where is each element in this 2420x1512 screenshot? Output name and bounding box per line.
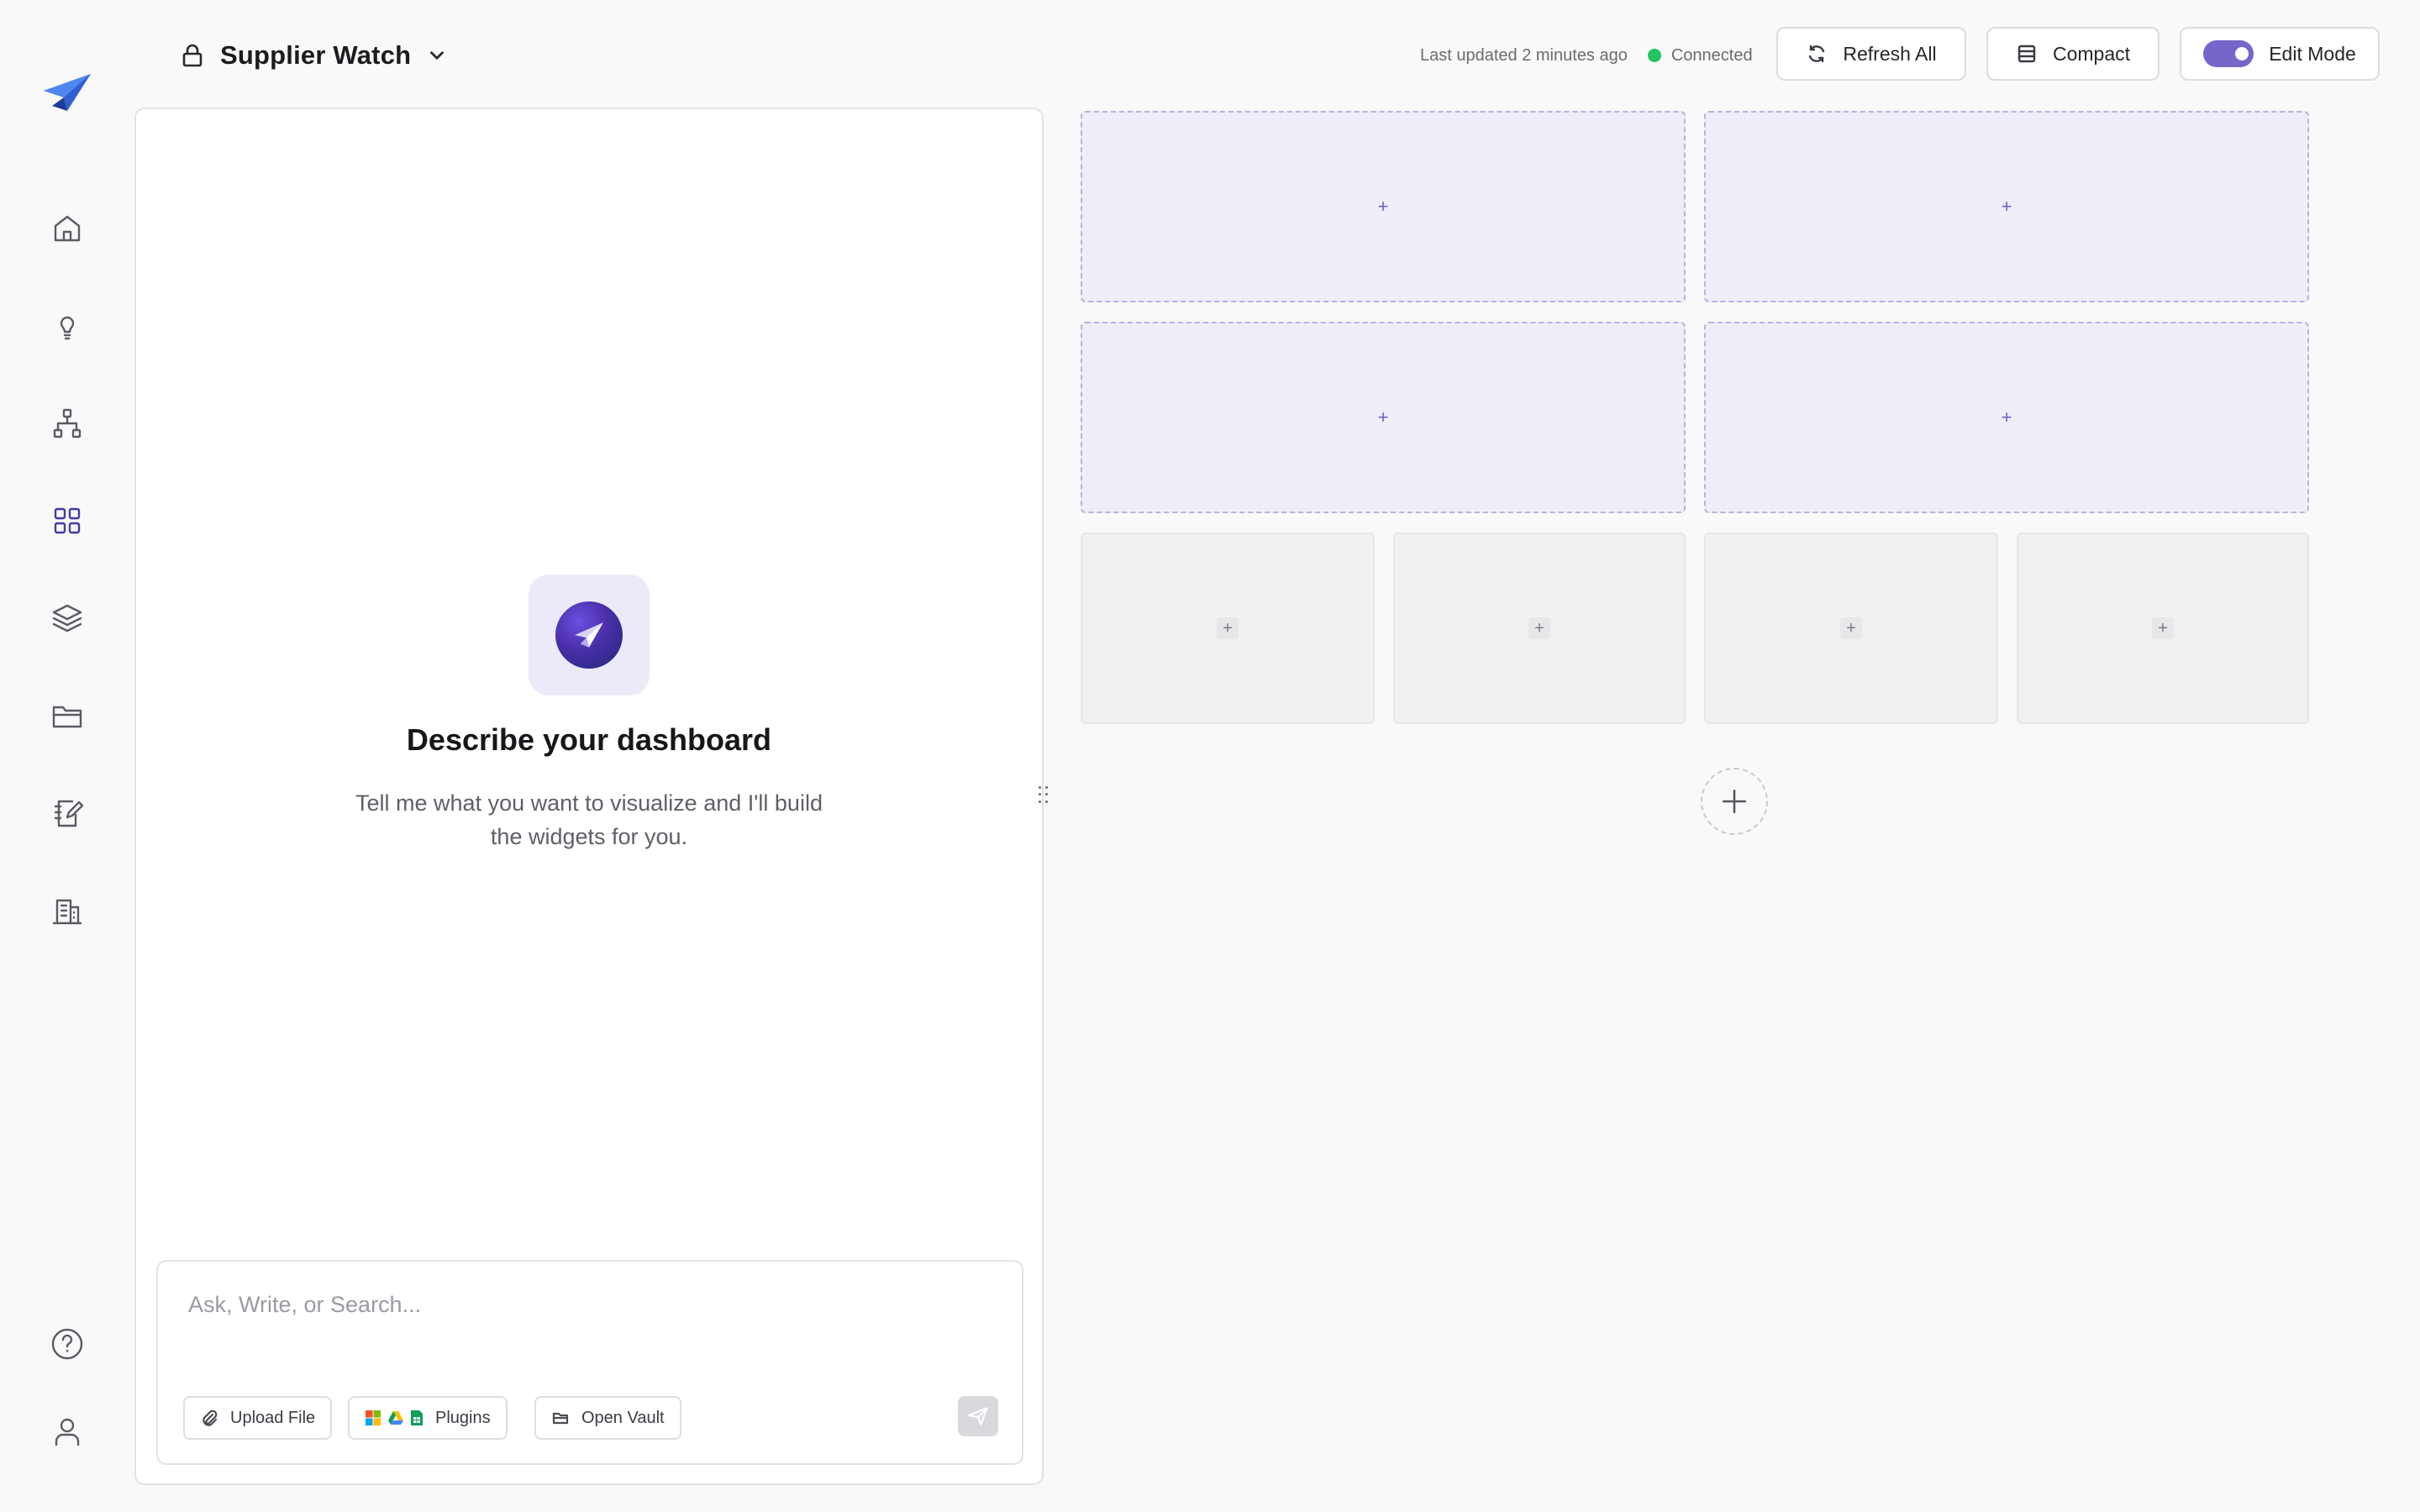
add-row-button[interactable] bbox=[1701, 768, 1768, 835]
plugins-button[interactable]: Plugins bbox=[348, 1396, 508, 1440]
sidebar-nav bbox=[0, 0, 134, 1512]
plus-icon bbox=[1722, 789, 1747, 814]
nav-notes[interactable] bbox=[42, 788, 92, 838]
nav-insights[interactable] bbox=[42, 301, 92, 351]
compact-label: Compact bbox=[2052, 42, 2131, 65]
widget-slot-large[interactable]: + bbox=[1704, 322, 2309, 513]
nav-layers[interactable] bbox=[42, 593, 92, 643]
connection-status-dot bbox=[1647, 49, 1661, 62]
assistant-logo-icon bbox=[555, 601, 623, 669]
open-vault-label: Open Vault bbox=[581, 1408, 665, 1427]
compact-button[interactable]: Compact bbox=[1986, 27, 2160, 81]
prompt-input[interactable] bbox=[188, 1292, 944, 1318]
add-widget-icon: + bbox=[2001, 407, 2012, 428]
user-icon bbox=[55, 1418, 80, 1446]
compact-layout-icon bbox=[2018, 45, 2036, 63]
edit-mode-toggle[interactable]: Edit Mode bbox=[2180, 27, 2380, 81]
hierarchy-icon bbox=[53, 408, 82, 438]
add-widget-icon: + bbox=[1840, 617, 1862, 639]
home-icon bbox=[54, 215, 81, 242]
chat-panel: Describe your dashboard Tell me what you… bbox=[134, 108, 1044, 1485]
folder-icon bbox=[52, 706, 82, 728]
google-drive-icon bbox=[388, 1411, 403, 1425]
widget-slot-small[interactable]: + bbox=[1081, 533, 1375, 724]
add-widget-icon: + bbox=[2001, 196, 2012, 217]
widget-slot-small[interactable]: + bbox=[1393, 533, 1686, 724]
refresh-icon bbox=[1809, 45, 1825, 63]
google-sheets-icon bbox=[411, 1410, 423, 1425]
add-widget-icon: + bbox=[2152, 617, 2174, 639]
send-icon bbox=[968, 1407, 988, 1425]
folder-open-icon bbox=[552, 1412, 569, 1425]
add-widget-icon: + bbox=[1377, 407, 1389, 428]
prompt-composer: Upload File Plugins Open Vault bbox=[156, 1260, 1023, 1465]
add-widget-icon: + bbox=[1377, 196, 1389, 217]
nav-profile[interactable] bbox=[42, 1406, 92, 1457]
app-logo[interactable] bbox=[42, 72, 92, 114]
lightbulb-icon bbox=[60, 316, 75, 340]
chevron-down-icon bbox=[430, 51, 445, 60]
refresh-all-label: Refresh All bbox=[1843, 42, 1937, 65]
nav-workflows[interactable] bbox=[42, 398, 92, 449]
edit-mode-label: Edit Mode bbox=[2269, 42, 2356, 65]
widget-slot-large[interactable]: + bbox=[1704, 111, 2309, 302]
nav-organization[interactable] bbox=[42, 885, 92, 936]
grid-icon bbox=[54, 507, 81, 534]
status-area: Last updated 2 minutes ago Connected bbox=[1420, 37, 1753, 74]
microsoft-logo-icon bbox=[366, 1410, 381, 1425]
nav-dashboards[interactable] bbox=[42, 496, 92, 546]
refresh-all-button[interactable]: Refresh All bbox=[1776, 27, 1966, 81]
add-widget-icon: + bbox=[1217, 617, 1239, 639]
plugin-logos bbox=[365, 1410, 424, 1426]
widget-slot-large[interactable]: + bbox=[1081, 322, 1686, 513]
nav-files[interactable] bbox=[42, 690, 92, 741]
empty-state-subtitle: Tell me what you want to visualize and I… bbox=[355, 790, 823, 849]
paperclip-icon bbox=[203, 1410, 218, 1426]
panel-resize-handle[interactable] bbox=[1039, 786, 1049, 805]
assistant-logo-tile bbox=[529, 575, 650, 696]
layers-icon bbox=[52, 604, 82, 633]
plugins-label: Plugins bbox=[435, 1408, 491, 1427]
connection-status-text: Connected bbox=[1670, 45, 1753, 65]
dashboard-title: Supplier Watch bbox=[220, 40, 412, 70]
empty-state: Describe your dashboard Tell me what you… bbox=[136, 575, 1042, 853]
widget-slot-large[interactable]: + bbox=[1081, 111, 1686, 302]
lock-icon bbox=[182, 44, 203, 67]
widget-slot-small[interactable]: + bbox=[2017, 533, 2309, 724]
nav-home[interactable] bbox=[42, 203, 92, 254]
empty-state-title: Describe your dashboard bbox=[406, 722, 772, 757]
upload-file-button[interactable]: Upload File bbox=[183, 1396, 333, 1440]
notebook-edit-icon bbox=[54, 800, 84, 827]
send-button[interactable] bbox=[958, 1396, 998, 1436]
building-icon bbox=[52, 899, 82, 925]
help-icon bbox=[51, 1328, 83, 1360]
dashboard-title-dropdown[interactable]: Supplier Watch bbox=[180, 30, 448, 81]
open-vault-button[interactable]: Open Vault bbox=[534, 1396, 681, 1440]
widget-slot-small[interactable]: + bbox=[1704, 533, 1998, 724]
nav-help[interactable] bbox=[42, 1319, 92, 1369]
add-widget-icon: + bbox=[1528, 617, 1550, 639]
last-updated-text: Last updated 2 minutes ago bbox=[1420, 45, 1628, 65]
edit-mode-switch[interactable] bbox=[2203, 40, 2254, 67]
upload-file-label: Upload File bbox=[230, 1408, 316, 1427]
